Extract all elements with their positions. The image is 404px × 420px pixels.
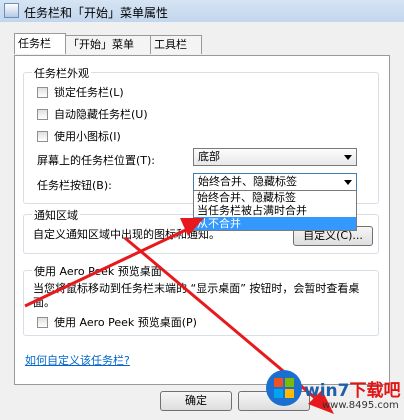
aero-peek-label: 使用 Aero Peek 预览桌面(P) <box>54 316 197 329</box>
aero-peek-checkbox[interactable] <box>37 316 48 328</box>
dropdown-option-selected[interactable]: 从不合并 <box>194 217 356 230</box>
small-icons-row[interactable]: 使用小图标(I) <box>37 128 121 144</box>
help-link[interactable]: 如何自定义该任务栏? <box>25 352 130 368</box>
buttons-select-value: 始终合并、隐藏标签 <box>198 175 297 188</box>
watermark-brand: win7下载吧 <box>304 381 401 401</box>
chevron-down-icon <box>344 155 352 160</box>
tab-start-menu[interactable]: 「开始」菜单 <box>64 35 152 54</box>
watermark-url: www.8495.com <box>322 400 399 411</box>
chevron-down-icon <box>344 180 352 185</box>
ok-button[interactable]: 确定 <box>160 391 232 411</box>
lock-taskbar-row[interactable]: 锁定任务栏(L) <box>37 84 124 100</box>
notification-description: 自定义通知区域中出现的图标和通知。 <box>33 228 220 241</box>
aero-peek-row[interactable]: 使用 Aero Peek 预览桌面(P) <box>37 314 197 330</box>
title-bar: 任务栏和「开始」菜单属性 <box>0 0 404 22</box>
notification-group-label: 通知区域 <box>32 207 80 223</box>
watermark: win7下载吧 www.8495.com <box>264 368 404 420</box>
dropdown-option[interactable]: 始终合并、隐藏标签 <box>194 191 356 204</box>
position-select[interactable]: 底部 <box>193 148 357 166</box>
buttons-dropdown-list: 始终合并、隐藏标签 当任务栏被占满时合并 从不合并 <box>193 190 357 231</box>
aero-peek-group-label: 使用 Aero Peek 预览桌面 <box>32 263 164 279</box>
small-icons-checkbox[interactable] <box>37 130 48 142</box>
dropdown-option[interactable]: 当任务栏被占满时合并 <box>194 204 356 217</box>
lock-taskbar-checkbox[interactable] <box>37 86 48 98</box>
position-label: 屏幕上的任务栏位置(T): <box>37 154 156 167</box>
autohide-label: 自动隐藏任务栏(U) <box>54 108 148 121</box>
lock-taskbar-label: 锁定任务栏(L) <box>54 86 124 99</box>
windows-logo-icon <box>266 370 302 406</box>
buttons-label: 任务栏按钮(B): <box>37 179 112 192</box>
autohide-checkbox[interactable] <box>37 108 48 120</box>
autohide-row[interactable]: 自动隐藏任务栏(U) <box>37 106 148 122</box>
position-select-value: 底部 <box>198 150 220 163</box>
aero-peek-description: 当您将鼠标移动到任务栏末端的 “显示桌面” 按钮时，会暂时查看桌面。 <box>33 282 360 309</box>
tab-taskbar[interactable]: 任务栏 <box>14 33 66 54</box>
tab-toolbars[interactable]: 工具栏 <box>150 35 202 54</box>
appearance-group-label: 任务栏外观 <box>32 65 91 81</box>
buttons-select[interactable]: 始终合并、隐藏标签 <box>193 173 357 191</box>
window-icon <box>4 3 19 18</box>
window-title: 任务栏和「开始」菜单属性 <box>24 6 169 20</box>
small-icons-label: 使用小图标(I) <box>54 130 121 143</box>
